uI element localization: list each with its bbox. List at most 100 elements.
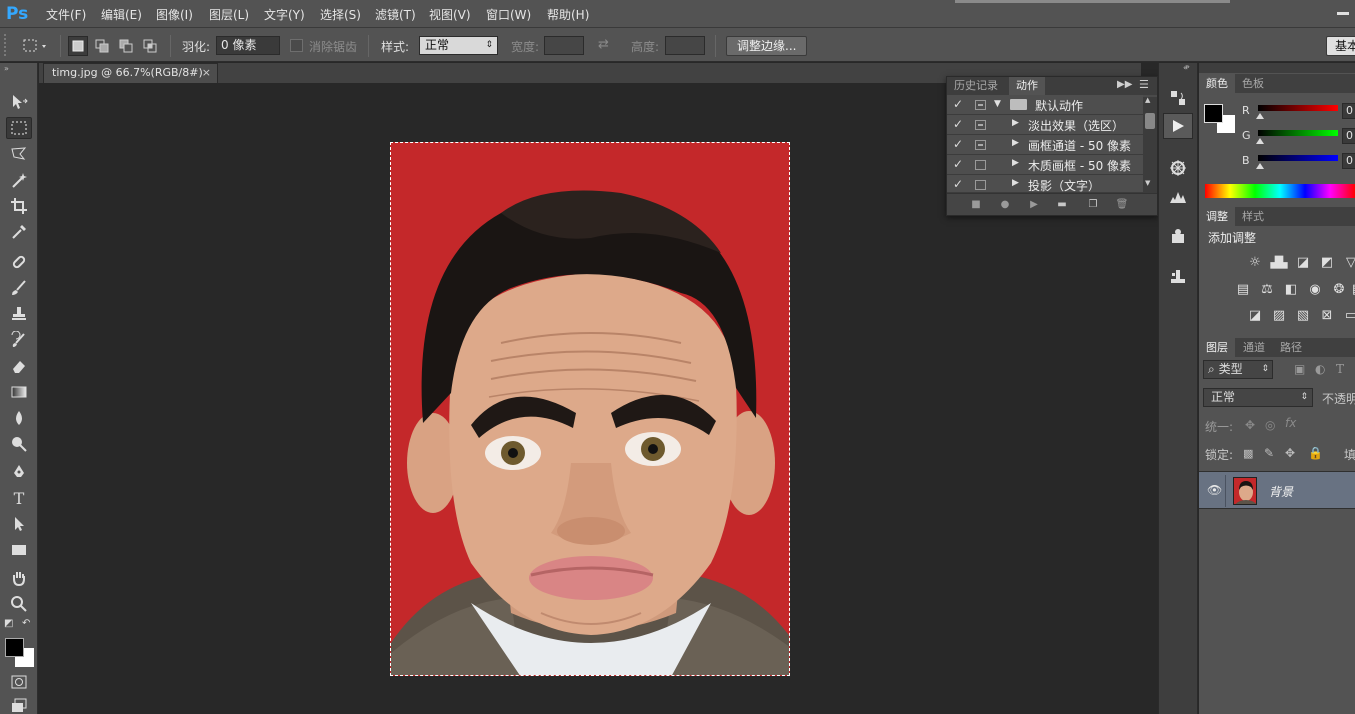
layer-thumbnail[interactable]	[1233, 477, 1257, 505]
clone-source-icon[interactable]	[1163, 223, 1193, 249]
screen-mode-icon[interactable]	[6, 695, 32, 714]
gradient-map-icon[interactable]: ▭	[1342, 307, 1355, 323]
posterize-icon[interactable]: ▨	[1270, 307, 1288, 323]
action-row[interactable]: ✓ ▶ 画框通道 - 50 像素	[947, 135, 1143, 155]
tab-color[interactable]: 颜色	[1199, 74, 1235, 93]
action-row[interactable]: ✓ ▶ 淡出效果（选区）	[947, 115, 1143, 135]
pen-tool-icon[interactable]	[6, 461, 32, 483]
tab-styles[interactable]: 样式	[1235, 207, 1271, 226]
stop-icon[interactable]: ■	[969, 198, 983, 211]
color-spectrum-bar[interactable]	[1205, 184, 1355, 198]
menu-type[interactable]: 文字(Y)	[264, 6, 305, 23]
collapsed-triangle-icon[interactable]: ▶	[1012, 158, 1019, 168]
collapse-dock-icon[interactable]: »	[1185, 62, 1190, 71]
width-input[interactable]	[544, 36, 584, 55]
check-icon[interactable]: ✓	[953, 157, 967, 171]
menu-select[interactable]: 选择(S)	[320, 6, 361, 23]
action-row[interactable]: ✓ ▶ 投影（文字）	[947, 175, 1143, 193]
check-icon[interactable]: ✓	[953, 97, 967, 111]
tab-history[interactable]: 历史记录	[947, 77, 1005, 95]
swap-icon[interactable]: ⇄	[598, 37, 609, 52]
dialog-toggle-icon[interactable]	[975, 100, 986, 110]
dodge-tool-icon[interactable]	[6, 433, 32, 455]
menu-file[interactable]: 文件(F)	[46, 6, 86, 23]
rectangle-tool-icon[interactable]	[6, 539, 32, 561]
add-to-selection-button[interactable]	[92, 36, 112, 56]
color-balance-icon[interactable]: ⚖	[1258, 281, 1276, 297]
collapse-icon[interactable]: »	[4, 64, 9, 73]
unify-style-icon[interactable]: fx	[1285, 416, 1296, 430]
lock-position-icon[interactable]: ✥	[1285, 446, 1295, 460]
hue-saturation-icon[interactable]: ▤	[1234, 281, 1252, 297]
history-panel-icon[interactable]	[1163, 85, 1193, 111]
dialog-toggle-icon[interactable]	[975, 160, 986, 170]
unify-visibility-icon[interactable]: ◎	[1265, 418, 1275, 432]
hand-tool-icon[interactable]	[6, 567, 32, 589]
eye-icon[interactable]: 👁	[1207, 483, 1222, 497]
scroll-down-icon[interactable]: ▼	[1145, 179, 1150, 187]
adjustment-filter-icon[interactable]: ◐	[1315, 362, 1325, 376]
pixel-filter-icon[interactable]: ▣	[1294, 362, 1305, 376]
tool-preset-picker[interactable]	[22, 37, 48, 55]
scroll-up-icon[interactable]: ▲	[1145, 96, 1150, 104]
blue-value[interactable]: 0	[1342, 153, 1355, 169]
tab-actions[interactable]: 动作	[1009, 77, 1045, 95]
tool-presets-icon[interactable]	[1163, 263, 1193, 289]
lock-transparent-icon[interactable]: ▩	[1243, 447, 1253, 460]
eyedropper-tool-icon[interactable]	[6, 221, 32, 243]
new-selection-button[interactable]	[68, 36, 88, 56]
layer-name[interactable]: 背景	[1269, 483, 1293, 500]
new-set-folder-icon[interactable]: ▬	[1055, 198, 1069, 211]
antialias-checkbox[interactable]	[290, 39, 303, 52]
document-tab[interactable]: timg.jpg @ 66.7%(RGB/8#) ×	[43, 63, 218, 83]
quick-mask-icon[interactable]	[6, 671, 32, 693]
close-icon[interactable]: ×	[202, 64, 211, 82]
check-icon[interactable]: ✓	[953, 177, 967, 191]
collapse-panel-icon[interactable]: ▶▶	[1117, 79, 1132, 90]
eraser-tool-icon[interactable]	[6, 355, 32, 377]
curves-icon[interactable]: ◪	[1294, 254, 1312, 270]
blue-slider[interactable]	[1258, 155, 1338, 161]
dialog-toggle-icon[interactable]	[975, 120, 986, 130]
grip-icon[interactable]	[4, 34, 10, 56]
panel-menu-icon[interactable]: ☰	[1139, 78, 1149, 91]
action-row[interactable]: ✓ ▶ 木质画框 - 50 像素	[947, 155, 1143, 175]
threshold-icon[interactable]: ▧	[1294, 307, 1312, 323]
tab-paths[interactable]: 路径	[1273, 338, 1309, 357]
scroll-thumb[interactable]	[1145, 113, 1155, 129]
menu-edit[interactable]: 编辑(E)	[101, 6, 142, 23]
black-white-icon[interactable]: ◧	[1282, 281, 1300, 297]
menu-image[interactable]: 图像(I)	[156, 6, 193, 23]
actions-scrollbar[interactable]: ▲ ▼	[1143, 96, 1157, 193]
histogram-icon[interactable]	[1163, 183, 1193, 209]
feather-input[interactable]: 0 像素	[216, 36, 280, 55]
layer-row[interactable]: 👁 背景	[1199, 471, 1355, 509]
height-input[interactable]	[665, 36, 705, 55]
zoom-tool-icon[interactable]	[6, 593, 32, 615]
brightness-icon[interactable]: ☼	[1246, 254, 1264, 270]
play-icon[interactable]: ▶	[1027, 198, 1041, 211]
record-icon[interactable]: ●	[998, 198, 1012, 211]
menu-help[interactable]: 帮助(H)	[547, 6, 589, 23]
action-set-row[interactable]: ✓ ▼ 默认动作	[947, 95, 1143, 115]
dialog-toggle-icon[interactable]	[975, 140, 986, 150]
lock-pixels-icon[interactable]: ✎	[1264, 446, 1274, 460]
clone-stamp-tool-icon[interactable]	[6, 303, 32, 325]
collapsed-triangle-icon[interactable]: ▶	[1012, 138, 1019, 148]
workspace-button[interactable]: 基本	[1326, 36, 1355, 56]
intersect-selection-button[interactable]	[140, 36, 160, 56]
selective-color-icon[interactable]: ⊠	[1318, 307, 1336, 323]
collapsed-triangle-icon[interactable]: ▶	[1012, 178, 1019, 188]
tab-layers[interactable]: 图层	[1199, 338, 1235, 357]
invert-icon[interactable]: ◪	[1246, 307, 1264, 323]
red-value[interactable]: 0	[1342, 103, 1355, 119]
healing-brush-tool-icon[interactable]	[6, 251, 32, 273]
type-tool-icon[interactable]: T	[6, 487, 32, 509]
brush-settings-icon[interactable]	[1163, 155, 1193, 181]
move-tool-icon[interactable]	[6, 91, 32, 113]
menu-layer[interactable]: 图层(L)	[209, 6, 249, 23]
type-filter-icon[interactable]: T	[1336, 362, 1344, 376]
lock-all-icon[interactable]: 🔒	[1308, 446, 1323, 460]
menu-view[interactable]: 视图(V)	[429, 6, 471, 23]
red-slider[interactable]	[1258, 105, 1338, 111]
